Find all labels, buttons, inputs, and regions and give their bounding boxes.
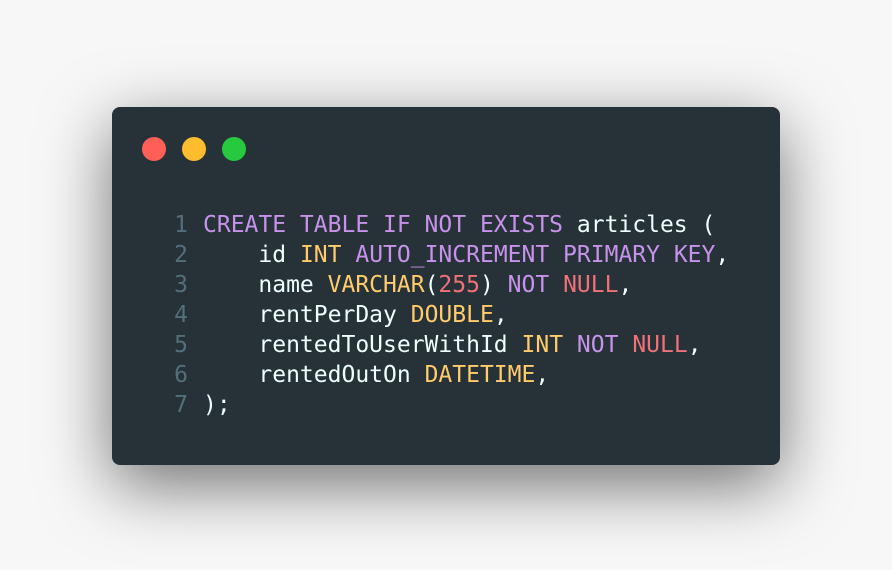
line-number: 5 [174, 332, 188, 358]
code-token-keyword: NOT [576, 332, 619, 358]
code-token-plain: , [687, 332, 702, 358]
code-token-plain: , [493, 302, 508, 328]
minimize-dot-icon[interactable] [182, 137, 206, 161]
code-text: CREATE TABLE IF NOT EXISTS articles ( [203, 210, 715, 240]
code-token-plain: ( [424, 272, 439, 298]
code-line: 3 name VARCHAR(255) NOT NULL, [112, 270, 780, 300]
code-token-plain: , [715, 242, 730, 268]
close-dot-icon[interactable] [142, 137, 166, 161]
code-token-plain: , [618, 272, 633, 298]
code-token-type: INT [521, 332, 564, 358]
code-text: id INT AUTO_INCREMENT PRIMARY KEY, [203, 240, 729, 270]
code-token-value: NULL [632, 332, 688, 358]
code-line: 5 rentedToUserWithId INT NOT NULL, [112, 330, 780, 360]
code-token-type: INT [299, 242, 342, 268]
code-token-plain: rentedOutOn [203, 362, 425, 388]
code-token-value: 255 [438, 272, 480, 298]
line-number: 2 [174, 242, 188, 268]
code-line: 7); [112, 390, 780, 420]
code-token-plain: rentedToUserWithId [203, 332, 522, 358]
code-token-plain: id [203, 242, 300, 268]
code-line: 4 rentPerDay DOUBLE, [112, 300, 780, 330]
maximize-dot-icon[interactable] [222, 137, 246, 161]
line-number: 4 [174, 302, 188, 328]
code-token-plain: , [535, 362, 550, 388]
code-text: name VARCHAR(255) NOT NULL, [203, 270, 632, 300]
code-token-plain: rentPerDay [203, 302, 411, 328]
code-token-type: DATETIME [424, 362, 536, 388]
code-text: ); [203, 390, 231, 420]
line-number: 6 [174, 362, 188, 388]
code-token-value: NULL [563, 272, 619, 298]
code-window: 1 CREATE TABLE IF NOT EXISTS articles (2 … [112, 107, 780, 465]
code-token-keyword: CREATE TABLE IF NOT EXISTS [203, 212, 564, 238]
code-token-plain: articles ( [563, 212, 716, 238]
code-block: 1 CREATE TABLE IF NOT EXISTS articles (2 … [112, 210, 780, 420]
code-line: 1 CREATE TABLE IF NOT EXISTS articles ( [112, 210, 780, 240]
line-number: 3 [174, 272, 188, 298]
code-text: rentPerDay DOUBLE, [203, 300, 508, 330]
line-number: 7 [174, 392, 188, 418]
code-token-plain: name [203, 272, 328, 298]
code-token-keyword: AUTO_INCREMENT PRIMARY KEY [355, 242, 716, 268]
code-text: rentedToUserWithId INT NOT NULL, [203, 330, 702, 360]
code-token-plain: ) [479, 272, 508, 298]
code-token-keyword: NOT [507, 272, 550, 298]
code-token-plain: ); [203, 392, 231, 418]
code-token-type: DOUBLE [410, 302, 494, 328]
code-token-type: VARCHAR [327, 272, 425, 298]
line-number: 1 [174, 212, 188, 238]
code-line: 6 rentedOutOn DATETIME, [112, 360, 780, 390]
code-line: 2 id INT AUTO_INCREMENT PRIMARY KEY, [112, 240, 780, 270]
code-text: rentedOutOn DATETIME, [203, 360, 549, 390]
